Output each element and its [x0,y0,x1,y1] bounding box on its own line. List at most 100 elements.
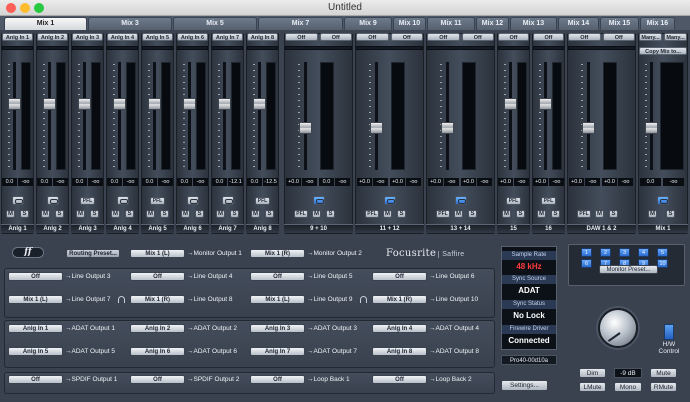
stereo-link-icon[interactable] [312,196,325,205]
input-source-select-left[interactable]: Off [568,33,601,41]
mute-channel-button[interactable]: M [76,210,85,218]
monitor-preset-1[interactable]: 1 [581,248,592,257]
solo-channel-button[interactable]: S [230,210,239,218]
tab-mix-13[interactable]: Mix 13 [510,17,557,30]
tab-mix-3[interactable]: Mix 3 [88,17,172,30]
fader-track[interactable] [188,62,191,170]
pfl-button[interactable]: PFL [577,210,591,218]
input-source-select[interactable]: Anlg In 7 [212,33,243,41]
mute-channel-button[interactable]: M [312,210,321,218]
output-source-select[interactable]: Off [250,375,305,384]
stereo-link-icon[interactable] [117,196,129,205]
fader-track[interactable] [153,62,156,170]
input-source-select-left[interactable]: Off [285,33,318,41]
routing-preset-button[interactable]: Routing Preset... [66,249,120,258]
solo-channel-button[interactable]: S [326,210,335,218]
solo-channel-button[interactable]: S [195,210,204,218]
output-source-select[interactable]: Anlg In 1 [8,324,63,333]
monitor-preset-button[interactable]: Monitor Preset... [599,265,658,274]
fader-knob[interactable] [645,122,658,134]
fader-knob[interactable] [582,122,595,134]
solo-channel-button[interactable]: S [666,210,675,218]
output-source-select[interactable]: Off [8,375,63,384]
solo-channel-button[interactable]: S [468,210,477,218]
input-source-select[interactable]: Off [533,33,564,41]
output-source-select[interactable]: Anlg In 2 [130,324,185,333]
fader-knob[interactable] [43,98,56,110]
monitor-preset-4[interactable]: 4 [638,248,649,257]
output-source-select[interactable]: Anlg In 4 [372,324,427,333]
fader-track[interactable] [13,62,16,170]
fader-track[interactable] [304,62,307,170]
pan-slider[interactable] [37,46,68,50]
output-source-select[interactable]: Off [372,272,427,281]
left-mute-button[interactable]: LMute [579,382,606,392]
mute-channel-button[interactable]: M [383,210,392,218]
fader-knob[interactable] [441,122,454,134]
pan-slider[interactable] [568,46,635,50]
monitor-preset-10[interactable]: 10 [657,259,668,268]
input-source-select-left[interactable]: Off [427,33,460,41]
mute-channel-button[interactable]: M [41,210,50,218]
mute-channel-button[interactable]: M [648,210,657,218]
pfl-button[interactable]: PFL [506,197,521,205]
mute-button[interactable]: Mute [650,368,677,378]
pan-slider[interactable] [247,46,278,50]
solo-channel-button[interactable]: S [55,210,64,218]
monitor-preset-2[interactable]: 2 [600,248,611,257]
stereo-link-icon[interactable] [187,196,199,205]
input-source-select-right[interactable]: Off [461,33,494,41]
output-source-select[interactable]: Mix 1 (R) [372,295,427,304]
input-source-select-right[interactable]: Off [390,33,423,41]
input-source-select-right[interactable]: Many... [664,33,687,41]
input-source-select[interactable]: Off [498,33,529,41]
fader-track[interactable] [375,62,378,170]
output-source-select[interactable]: Mix 1 (R) [250,249,305,258]
tab-mix-9[interactable]: Mix 9 [344,17,392,30]
pan-slider[interactable] [285,46,352,50]
settings-button[interactable]: Settings... [501,380,548,391]
pfl-button[interactable]: PFL [541,197,556,205]
monitor-preset-6[interactable]: 6 [581,259,592,268]
pan-slider[interactable] [533,46,564,50]
solo-channel-button[interactable]: S [551,210,560,218]
input-source-select-left[interactable]: Off [356,33,389,41]
fader-track[interactable] [446,62,449,170]
fader-track[interactable] [258,62,261,170]
pan-slider[interactable] [498,46,529,50]
pan-slider[interactable] [212,46,243,50]
output-source-select[interactable]: Mix 1 (R) [130,295,185,304]
output-source-select[interactable]: Off [130,272,185,281]
hw-control-checkbox[interactable] [664,324,674,340]
pfl-button[interactable]: PFL [294,210,308,218]
sync-source-value[interactable]: ADAT [502,285,556,297]
input-source-select-right[interactable]: Off [602,33,635,41]
mute-channel-button[interactable]: M [595,210,604,218]
input-source-select[interactable]: Anlg In 4 [107,33,138,41]
input-source-select[interactable]: Anlg In 6 [177,33,208,41]
fader-knob[interactable] [370,122,383,134]
output-source-select[interactable]: Anlg In 6 [130,347,185,356]
output-source-select[interactable]: Off [130,375,185,384]
output-source-select[interactable]: Mix 1 (L) [250,295,305,304]
pfl-button[interactable]: PFL [365,210,379,218]
solo-channel-button[interactable]: S [265,210,274,218]
fader-track[interactable] [118,62,121,170]
solo-channel-button[interactable]: S [90,210,99,218]
monitor-preset-5[interactable]: 5 [657,248,668,257]
mute-channel-button[interactable]: M [251,210,260,218]
input-source-select-right[interactable]: Off [319,33,352,41]
fader-knob[interactable] [113,98,126,110]
pan-slider[interactable] [72,46,103,50]
output-source-select[interactable]: Off [8,272,63,281]
tab-mix-14[interactable]: Mix 14 [558,17,599,30]
tab-mix-5[interactable]: Mix 5 [173,17,257,30]
solo-channel-button[interactable]: S [397,210,406,218]
output-source-select[interactable]: Anlg In 7 [250,347,305,356]
tab-mix-10[interactable]: Mix 10 [393,17,426,30]
output-source-select[interactable]: Off [250,272,305,281]
input-source-select[interactable]: Anlg In 5 [142,33,173,41]
stereo-link-icon[interactable] [383,196,396,205]
sample-rate-value[interactable]: 48 kHz [502,261,556,273]
stereo-link-icon[interactable] [222,196,234,205]
